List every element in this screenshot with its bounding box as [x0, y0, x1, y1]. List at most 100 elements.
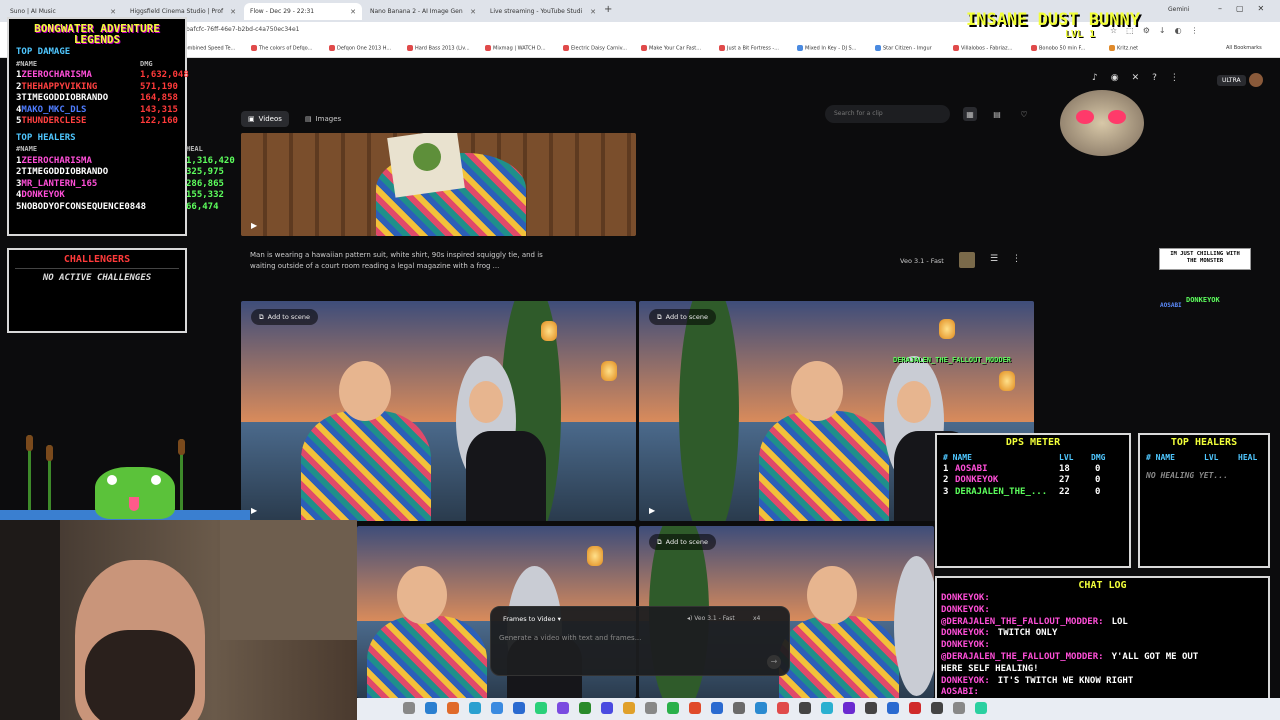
browser-tab-nano-banana[interactable]: Nano Banana 2 - AI Image Gen ✕	[364, 3, 482, 20]
social-icons[interactable]: ♪◉✕?⋮	[1092, 73, 1192, 83]
close-icon[interactable]: ✕	[110, 8, 116, 16]
taskbar-app-icon[interactable]	[491, 702, 503, 714]
taskbar-app-icon[interactable]	[469, 702, 481, 714]
damage-row-value: 164,858	[140, 93, 178, 103]
taskbar-app-icon[interactable]	[645, 702, 657, 714]
taskbar-app-icon[interactable]	[513, 702, 525, 714]
bookmark-item[interactable]: The colors of Defqo...	[251, 45, 312, 52]
tab-videos-label: Videos	[258, 115, 282, 123]
bookmark-item[interactable]: Kritz.net	[1109, 45, 1138, 52]
url-text[interactable]: bafcfc-76ff-46e7-b2bd-c4a750ec34e1	[186, 26, 300, 33]
taskbar-app-icon[interactable]	[975, 702, 987, 714]
taskbar-app-icon[interactable]	[865, 702, 877, 714]
clip-model: Veo 3.1 - Fast	[900, 257, 944, 265]
bookmark-item[interactable]: Defqon One 2013 H...	[329, 45, 391, 52]
play-icon[interactable]: ▶	[251, 506, 257, 515]
taskbar-app-icon[interactable]	[535, 702, 547, 714]
bookmark-label: Defqon One 2013 H...	[337, 45, 392, 52]
bookmark-item[interactable]: Electric Daisy Carniv...	[563, 45, 627, 52]
clip-reference-thumb[interactable]	[959, 252, 975, 268]
taskbar-app-icon[interactable]	[799, 702, 811, 714]
clip-thumbnail-courtroom[interactable]: ▶	[241, 133, 636, 236]
taskbar-app-icon[interactable]	[755, 702, 767, 714]
taskbar-app-icon[interactable]	[733, 702, 745, 714]
dmg-header: DMG	[140, 59, 153, 68]
dps-row-name: DERAJALEN_THE_...	[955, 486, 1048, 497]
send-button[interactable]: →	[767, 655, 781, 669]
taskbar-app-icon[interactable]	[623, 702, 635, 714]
chat-user: DONKEYOK:	[941, 593, 990, 603]
tab-videos[interactable]: ▣ Videos	[241, 111, 289, 127]
sprite-label-derajalen: DERAJALEN_THE_FALLOUT_MODDER	[893, 356, 1012, 364]
close-icon[interactable]: ✕	[230, 8, 236, 16]
chat-user: @DERAJALEN_THE_FALLOUT_MODDER:	[941, 616, 1104, 627]
browser-tab-youtube-studio[interactable]: Live streaming - YouTube Studi ✕	[484, 3, 602, 20]
dps-row-rank: 3	[943, 486, 949, 497]
taskbar	[357, 698, 1280, 720]
taskbar-app-icon[interactable]	[821, 702, 833, 714]
close-icon[interactable]: ✕	[590, 8, 596, 16]
gemini-button[interactable]: Gemini	[1168, 6, 1189, 13]
chat-log-panel: CHAT LOG DONKEYOK: DONKEYOK: @DERAJALEN_TH…	[935, 576, 1270, 709]
composer-count[interactable]: x4	[753, 615, 760, 622]
bookmark-item[interactable]: Mixmag | WATCH D...	[485, 45, 546, 52]
taskbar-app-icon[interactable]	[777, 702, 789, 714]
composer-model-select[interactable]: ◂) Veo 3.1 - Fast	[687, 615, 735, 622]
clip-thumbnail-1[interactable]: ⧉ Add to scene ▶	[241, 301, 636, 521]
taskbar-app-icon[interactable]	[557, 702, 569, 714]
taskbar-app-icon[interactable]	[425, 702, 437, 714]
tab-images[interactable]: ▤ Images	[298, 111, 348, 127]
play-icon[interactable]: ▶	[649, 506, 655, 515]
taskbar-app-icon[interactable]	[601, 702, 613, 714]
bookmark-item[interactable]: Mixed In Key - DJ S...	[797, 45, 856, 52]
add-to-scene-button[interactable]: ⧉ Add to scene	[251, 309, 318, 325]
taskbar-app-icon[interactable]	[909, 702, 921, 714]
bookmark-label: Combined Speed Te...	[181, 45, 236, 52]
bookmark-favicon-icon	[251, 45, 257, 51]
taskbar-app-icon[interactable]	[953, 702, 965, 714]
play-icon[interactable]: ▶	[251, 221, 257, 230]
clip-options-icon[interactable]: ☰	[990, 254, 998, 264]
all-bookmarks[interactable]: All Bookmarks	[1226, 45, 1262, 51]
damage-list: 1ZEEROCHARISMA 1,632,048 2THEHAPPYVIKING 57…	[16, 70, 189, 128]
bookmark-favicon-icon	[719, 45, 725, 51]
more-icon[interactable]: ⋮	[1012, 254, 1021, 264]
close-icon[interactable]: ✕	[350, 8, 356, 16]
window-controls[interactable]: –▢✕	[1218, 4, 1278, 13]
tab-label: Live streaming - YouTube Studi	[490, 8, 583, 15]
boss-level: LVL 1	[1065, 29, 1096, 40]
bookmark-item[interactable]: Villalobos - Fabriaz...	[953, 45, 1012, 52]
taskbar-app-icon[interactable]	[447, 702, 459, 714]
taskbar-app-icon[interactable]	[403, 702, 415, 714]
add-to-scene-button[interactable]: ⧉ Add to scene	[649, 534, 716, 550]
grid-view-icon[interactable]: ▦	[963, 107, 977, 121]
bookmark-label: Mixed In Key - DJ S...	[805, 45, 857, 52]
browser-tab-flow[interactable]: Flow - Dec 29 - 22:31 ✕	[244, 3, 362, 20]
bookmark-item[interactable]: Just a Bit Fortress -...	[719, 45, 779, 52]
damage-row: 4MAKO_MKC_DLS 143,315	[16, 105, 185, 117]
taskbar-app-icon[interactable]	[667, 702, 679, 714]
bookmark-favicon-icon	[641, 45, 647, 51]
bookmark-label: The colors of Defqo...	[259, 45, 313, 52]
heart-icon[interactable]: ♡	[1017, 107, 1031, 121]
bookmark-item[interactable]: Make Your Car Fast...	[641, 45, 701, 52]
bookmark-item[interactable]: Bonobo 50 min F...	[1031, 45, 1085, 52]
chat-message: @DERAJALEN_THE_FALLOUT_MODDER: Y'ALL GOT …	[941, 652, 1268, 664]
bookmark-item[interactable]: Star Citizen - Imgur	[875, 45, 932, 52]
taskbar-app-icon[interactable]	[887, 702, 899, 714]
close-icon[interactable]: ✕	[470, 8, 476, 16]
avatar[interactable]	[1249, 73, 1263, 87]
taskbar-app-icon[interactable]	[579, 702, 591, 714]
composer-mode-select[interactable]: Frames to Video ▾	[503, 615, 561, 623]
prompt-input[interactable]: Generate a video with text and frames...	[499, 634, 641, 642]
prompt-composer: Frames to Video ▾ ◂) Veo 3.1 - Fast x4 G…	[490, 606, 790, 676]
new-tab-button[interactable]: +	[604, 4, 612, 15]
search-clip-input[interactable]: Search for a clip	[825, 105, 950, 123]
taskbar-app-icon[interactable]	[843, 702, 855, 714]
bookmark-item[interactable]: Hard Bass 2013 (Liv...	[407, 45, 470, 52]
taskbar-app-icon[interactable]	[931, 702, 943, 714]
taskbar-app-icon[interactable]	[689, 702, 701, 714]
list-view-icon[interactable]: ▤	[990, 107, 1004, 121]
add-to-scene-button[interactable]: ⧉ Add to scene	[649, 309, 716, 325]
taskbar-app-icon[interactable]	[711, 702, 723, 714]
